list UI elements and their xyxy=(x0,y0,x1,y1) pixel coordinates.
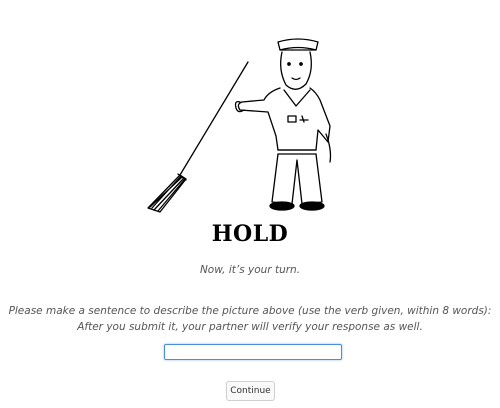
continue-button[interactable]: Continue xyxy=(226,381,275,401)
sailor-holding-broom-icon xyxy=(147,38,332,213)
response-input[interactable] xyxy=(164,344,342,360)
turn-prompt: Now, it’s your turn. xyxy=(199,264,301,276)
verb-heading: HOLD xyxy=(211,221,289,247)
instructions: Please make a sentence to describe the p… xyxy=(0,303,500,335)
instruction-line-1: Please make a sentence to describe the p… xyxy=(8,305,492,317)
sailor-holding-broom-illustration xyxy=(140,30,370,220)
instruction-line-2: After you submit it, your partner will v… xyxy=(77,321,423,333)
